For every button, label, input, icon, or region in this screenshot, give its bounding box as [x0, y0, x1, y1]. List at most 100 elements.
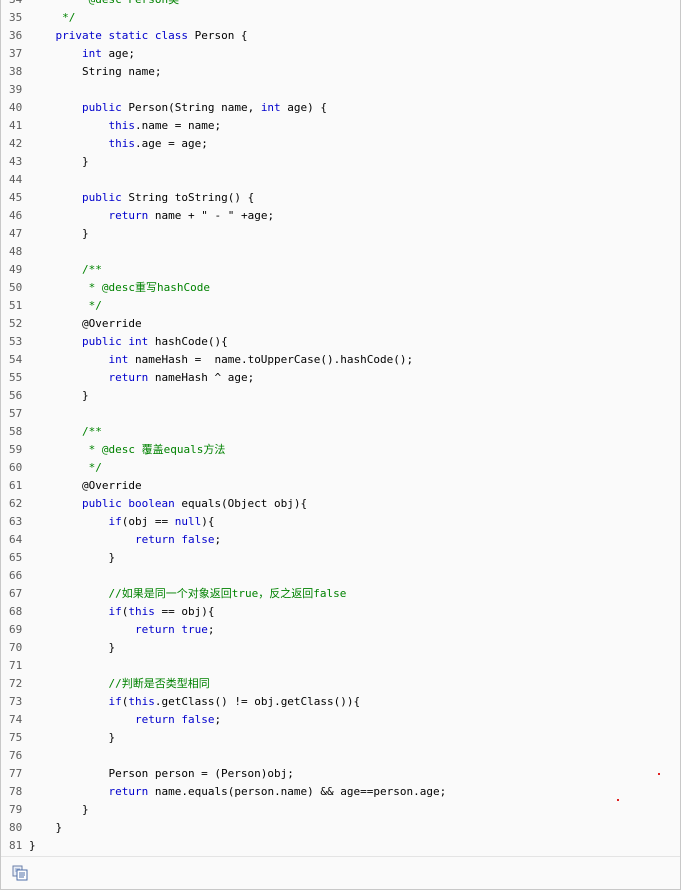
- code-token: nameHash = name.toUpperCase().hashCode()…: [128, 353, 414, 366]
- line-number: 42: [9, 137, 23, 150]
- code-line: 40 public Person(String name, int age) {: [1, 99, 680, 117]
- line-number: 73: [9, 695, 23, 708]
- line-number: 67: [9, 587, 23, 600]
- code-line: 74 return false;: [1, 711, 680, 729]
- line-number: 58: [9, 425, 23, 438]
- line-code: */: [29, 9, 75, 27]
- code-token: nameHash ^ age;: [148, 371, 255, 384]
- line-code: @Override: [29, 477, 142, 495]
- red-dot-marker: [617, 799, 619, 801]
- code-line: 46 return name + " - " +age;: [1, 207, 680, 225]
- code-token: }: [29, 821, 63, 834]
- code-token: }: [29, 227, 89, 240]
- line-number: 48: [9, 245, 23, 258]
- keyword-token: int: [81, 47, 102, 60]
- line-number: 43: [9, 155, 23, 168]
- line-number: 62: [9, 497, 23, 510]
- code-line: 35 */: [1, 9, 680, 27]
- keyword-token: int: [108, 353, 129, 366]
- code-token: String name;: [29, 65, 162, 78]
- line-number: 71: [9, 659, 23, 672]
- comment-token: //如果是同一个对象返回true，反之返回false: [29, 587, 347, 600]
- code-token: ;: [214, 713, 222, 726]
- comment-token: /**: [29, 425, 102, 438]
- code-line: 49 /**: [1, 261, 680, 279]
- line-code: return nameHash ^ age;: [29, 369, 254, 387]
- code-token: Person(String name,: [121, 101, 261, 114]
- line-number: 69: [9, 623, 23, 636]
- line-code: }: [29, 801, 89, 819]
- line-code: if(this == obj){: [29, 603, 214, 621]
- code-line: 51 */: [1, 297, 680, 315]
- code-line: 53 public int hashCode(){: [1, 333, 680, 351]
- line-number: 34: [1, 0, 29, 9]
- comment-token: */: [29, 11, 76, 24]
- code-viewer: 34 @desc Person类35 */36 private static c…: [0, 0, 681, 890]
- code-block: 34 @desc Person类35 */36 private static c…: [1, 0, 680, 855]
- code-line: 79 }: [1, 801, 680, 819]
- line-number: 68: [9, 605, 23, 618]
- line-number: 41: [9, 119, 23, 132]
- line-code: return name + " - " +age;: [29, 207, 274, 225]
- line-number: 66: [9, 569, 23, 582]
- line-number: 78: [9, 785, 23, 798]
- line-code: }: [29, 837, 36, 855]
- line-code: }: [29, 225, 89, 243]
- copy-icon[interactable]: [12, 865, 28, 881]
- code-token: .age = age;: [134, 137, 208, 150]
- code-line: 44: [1, 171, 680, 189]
- code-line: 81}: [1, 837, 680, 855]
- line-code: int age;: [29, 45, 135, 63]
- line-code: */: [29, 459, 102, 477]
- comment-token: /**: [29, 263, 102, 276]
- comment-token: //判断是否类型相同: [29, 677, 210, 690]
- line-code: */: [29, 297, 102, 315]
- keyword-token: null: [174, 515, 202, 528]
- code-line: 57: [1, 405, 680, 423]
- line-number: 39: [9, 83, 23, 96]
- line-code: }: [29, 639, 115, 657]
- line-code: //如果是同一个对象返回true，反之返回false: [29, 585, 346, 603]
- line-number: 36: [9, 29, 23, 42]
- line-number: 60: [9, 461, 23, 474]
- line-code: return false;: [29, 711, 221, 729]
- code-toolbar: [1, 856, 680, 889]
- line-code: }: [29, 153, 89, 171]
- code-line: 60 */: [1, 459, 680, 477]
- code-token: @Override: [29, 317, 142, 330]
- line-code: }: [29, 549, 115, 567]
- code-line: 65 }: [1, 549, 680, 567]
- code-token: +age;: [234, 209, 275, 222]
- line-number: 35: [9, 11, 23, 24]
- code-token: }: [29, 389, 89, 402]
- line-number: 77: [9, 767, 23, 780]
- line-code: public String toString() {: [29, 189, 254, 207]
- keyword-token: if: [108, 695, 122, 708]
- line-code: Person person = (Person)obj;: [29, 765, 293, 783]
- line-code: * @desc重写hashCode: [29, 279, 210, 297]
- keyword-token: return false: [134, 713, 215, 726]
- code-line: 45 public String toString() {: [1, 189, 680, 207]
- line-number: 80: [9, 821, 23, 834]
- code-line: 58 /**: [1, 423, 680, 441]
- line-code: }: [29, 729, 115, 747]
- code-line: 67 //如果是同一个对象返回true，反之返回false: [1, 585, 680, 603]
- line-number: 65: [9, 551, 23, 564]
- keyword-token: return false: [134, 533, 215, 546]
- line-number: 55: [9, 371, 23, 384]
- code-line: 80 }: [1, 819, 680, 837]
- line-number: 37: [9, 47, 23, 60]
- line-number: 70: [9, 641, 23, 654]
- keyword-token: this: [128, 605, 155, 618]
- line-number: 59: [9, 443, 23, 456]
- code-line: 73 if(this.getClass() != obj.getClass())…: [1, 693, 680, 711]
- line-number: 79: [9, 803, 23, 816]
- line-number: 81: [9, 839, 23, 852]
- code-token: }: [29, 839, 36, 852]
- line-code: public boolean equals(Object obj){: [29, 495, 307, 513]
